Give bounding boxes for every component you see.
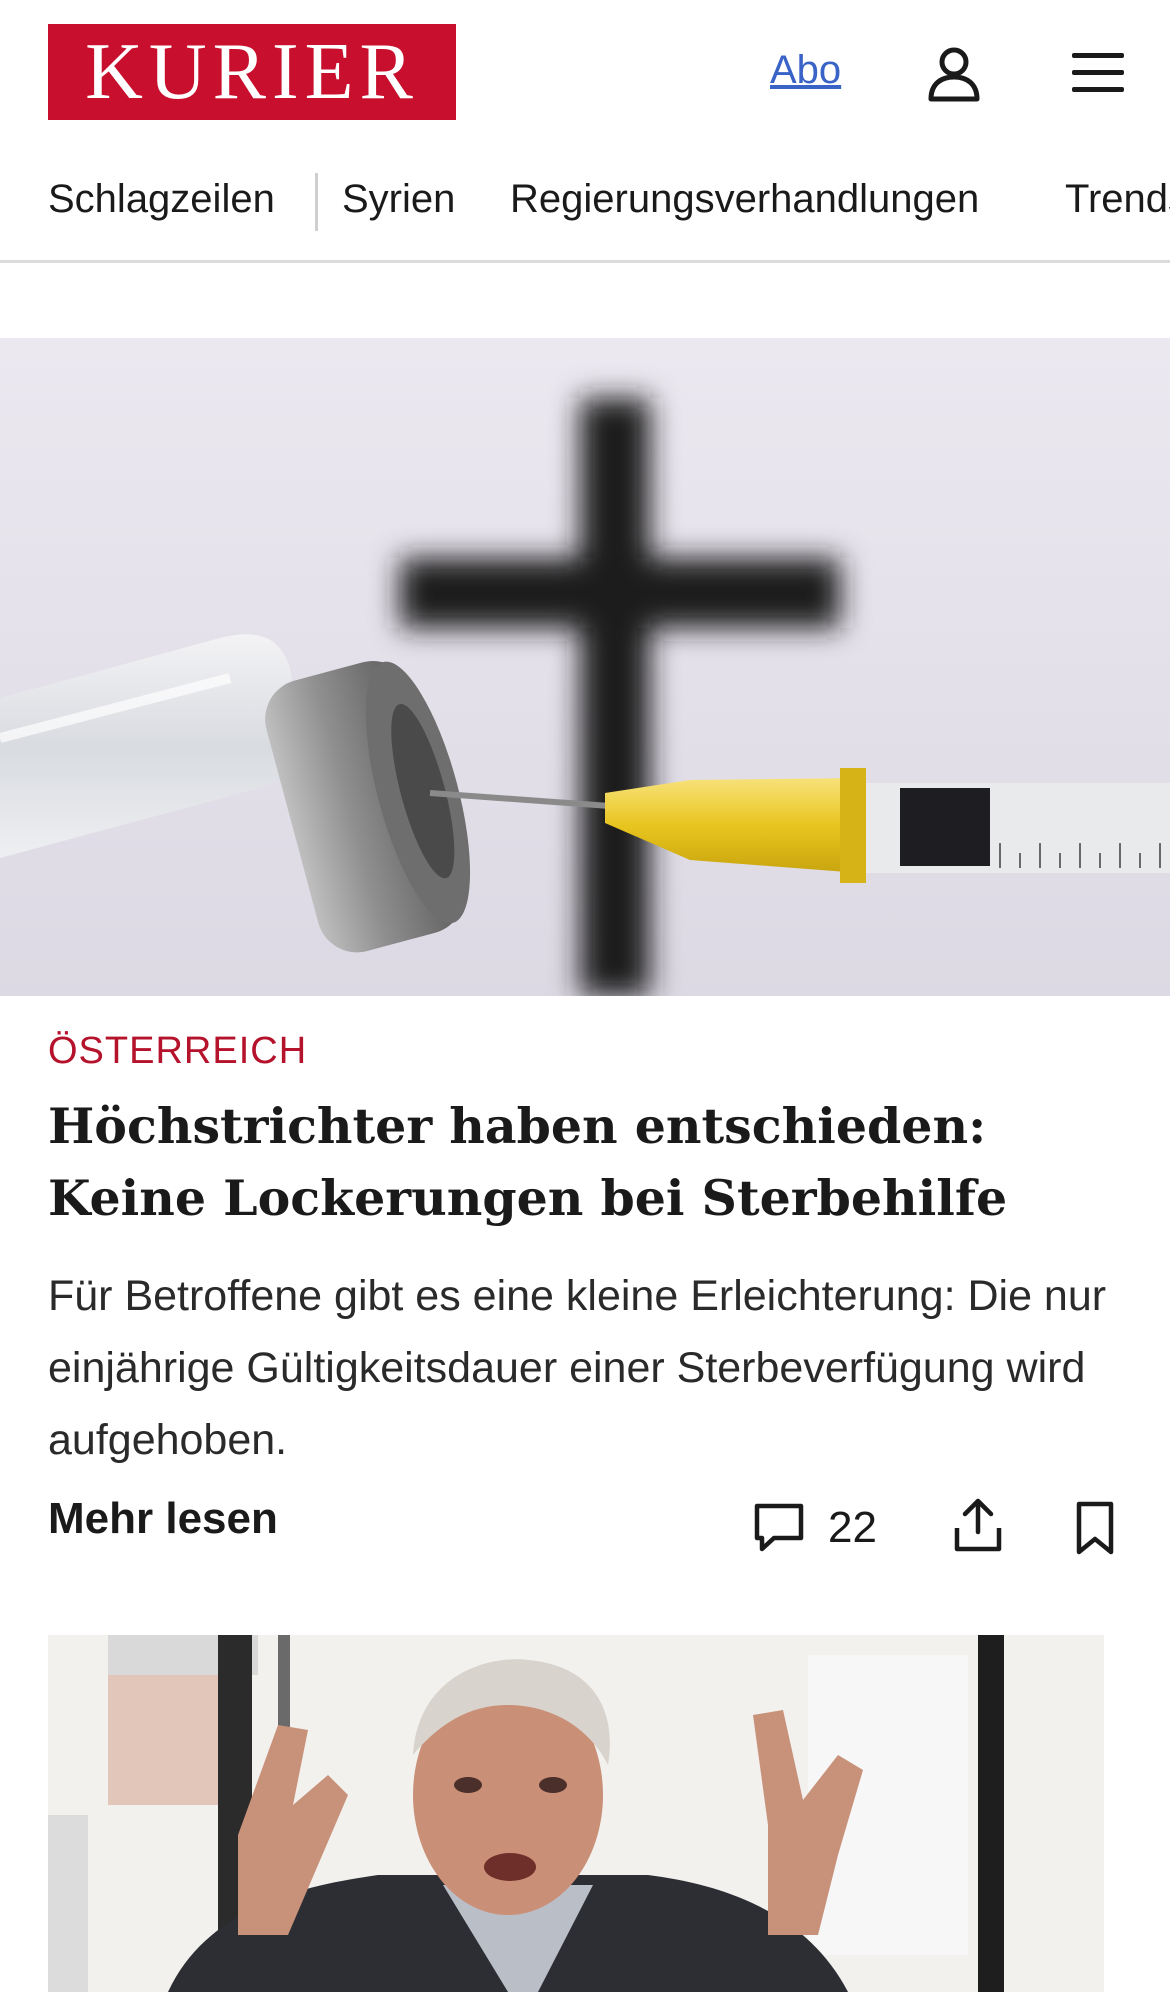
- article-teaser: Für Betroffene gibt es eine kleine Erlei…: [48, 1272, 1107, 1464]
- hamburger-menu-icon[interactable]: [1068, 44, 1128, 102]
- site-header: KURIER Abo: [0, 0, 1170, 145]
- nav-divider: [315, 173, 318, 231]
- kurier-logo[interactable]: KURIER: [48, 24, 456, 120]
- article-headline[interactable]: Höchstrichter haben entschieden: Keine L…: [48, 1090, 1128, 1234]
- read-more-link[interactable]: Mehr lesen: [48, 1494, 278, 1544]
- comment-count: 22: [828, 1503, 877, 1552]
- nav-item-regierungsverhandlungen[interactable]: Regierungsverhandlungen: [510, 177, 979, 222]
- topic-nav: Schlagzeilen Syrien Regierungsverhandlun…: [0, 145, 1170, 263]
- share-icon[interactable]: [952, 1496, 1004, 1554]
- nav-item-schlagzeilen[interactable]: Schlagzeilen: [48, 177, 275, 222]
- comments-button[interactable]: 22: [752, 1500, 892, 1560]
- user-icon[interactable]: [925, 44, 983, 102]
- article-category[interactable]: ÖSTERREICH: [48, 1030, 307, 1073]
- bookmark-icon[interactable]: [1073, 1500, 1117, 1556]
- nav-item-trends[interactable]: Trends: [1065, 177, 1170, 222]
- abo-link[interactable]: Abo: [770, 48, 841, 93]
- second-article-image[interactable]: [48, 1635, 1104, 1992]
- article-hero-image[interactable]: [0, 338, 1170, 996]
- comment-icon: [754, 1503, 804, 1552]
- nav-item-syrien[interactable]: Syrien: [342, 177, 455, 222]
